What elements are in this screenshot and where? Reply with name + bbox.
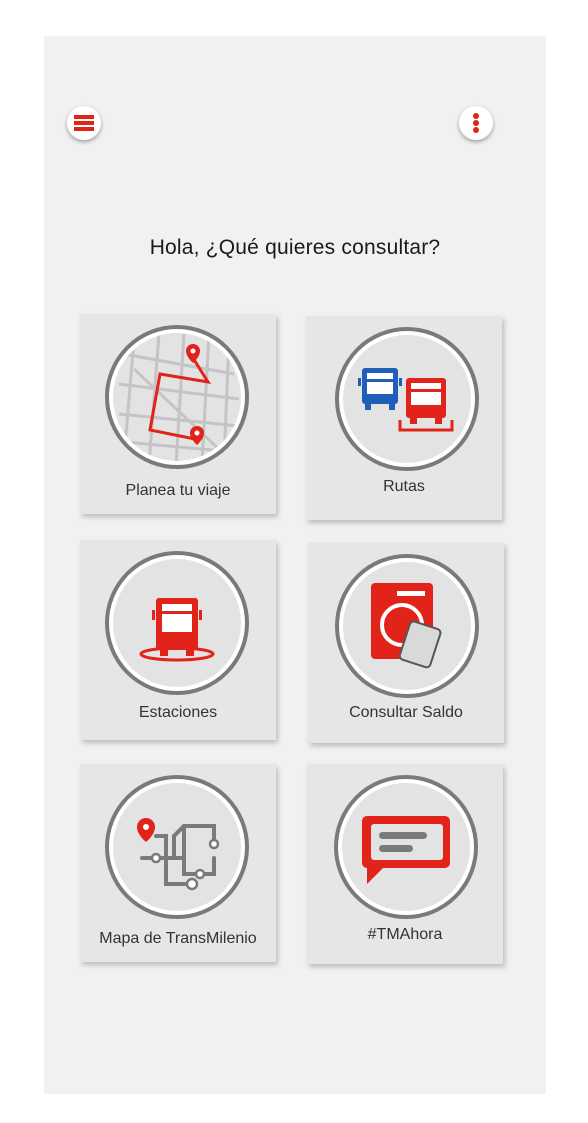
tile-consultar-saldo[interactable]: Consultar Saldo xyxy=(308,543,504,743)
tile-label: #TMAhora xyxy=(367,926,443,943)
tile-rutas[interactable]: Rutas xyxy=(306,316,502,520)
buses-icon xyxy=(334,326,480,472)
route-map-icon xyxy=(104,324,250,470)
menu-button[interactable] xyxy=(67,106,101,140)
chat-bubble-icon xyxy=(333,774,479,920)
greeting-title: Hola, ¿Qué quieres consultar? xyxy=(149,236,441,259)
tile-tmahora[interactable]: #TMAhora xyxy=(307,764,503,964)
tile-label: Mapa de TransMilenio xyxy=(99,930,257,947)
tile-label: Consultar Saldo xyxy=(349,704,463,721)
tile-label: Estaciones xyxy=(138,704,218,721)
tile-planea-tu-viaje[interactable]: Planea tu viaje xyxy=(80,314,276,514)
more-options-button[interactable] xyxy=(459,106,493,140)
card-recharge-icon xyxy=(334,553,480,699)
tile-estaciones[interactable]: Estaciones xyxy=(80,540,276,740)
tile-mapa-transmilenio[interactable]: Mapa de TransMilenio xyxy=(80,764,276,962)
tile-label: Rutas xyxy=(383,478,425,495)
vertical-dots-icon xyxy=(473,113,479,133)
network-map-icon xyxy=(104,774,250,920)
tile-label: Planea tu viaje xyxy=(125,482,231,499)
bus-station-icon xyxy=(104,550,250,696)
hamburger-menu-icon xyxy=(74,115,94,131)
